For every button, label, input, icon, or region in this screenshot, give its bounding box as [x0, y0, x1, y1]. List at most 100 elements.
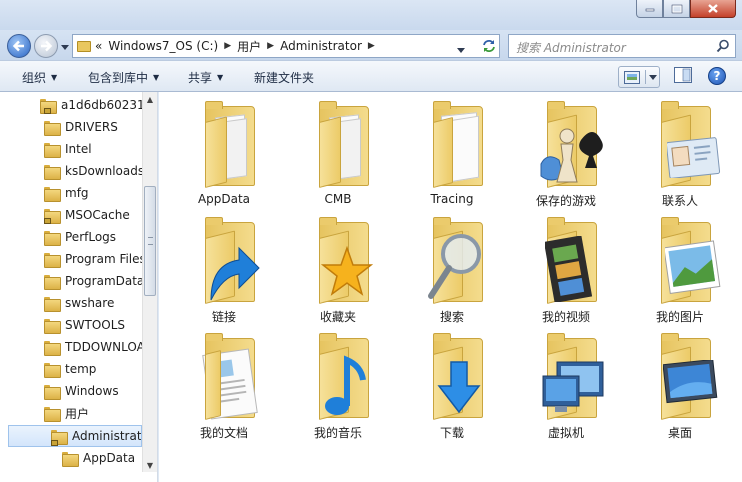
tree-item-programdata[interactable]: ProgramData [44, 270, 142, 292]
tree-item-swshare[interactable]: swshare [44, 292, 142, 314]
chevron-right-icon[interactable]: ▶ [224, 41, 231, 51]
folder-music[interactable]: 我的音乐 [283, 330, 393, 448]
maximize-button[interactable] [663, 0, 690, 18]
preview-pane-button[interactable] [674, 67, 692, 86]
tree-item-label: ksDownloads [65, 164, 142, 178]
search-icon[interactable] [716, 39, 730, 53]
tree-item-administrator[interactable]: Administrator [8, 425, 142, 447]
tree-item-program-files[interactable]: Program Files [44, 248, 142, 270]
file-list: AppData CMB Tracing 保存的游戏 联系人 链接 收藏夹 搜索 … [159, 92, 742, 482]
tree-item-tddownload[interactable]: TDDOWNLOAD [44, 336, 142, 358]
tree-item-label: MSOCache [65, 208, 130, 222]
folder-icon [44, 318, 61, 334]
organize-menu[interactable]: 组织 ▼ [22, 69, 57, 86]
folder-documents[interactable]: 我的文档 [169, 330, 279, 448]
tree-item-mfg[interactable]: mfg [44, 182, 142, 204]
scroll-up-icon[interactable]: ▲ [145, 95, 155, 104]
search-input[interactable]: 搜索 Administrator [508, 34, 736, 58]
tree-item-drivers[interactable]: DRIVERS [44, 116, 142, 138]
navigation-scrollbar[interactable]: ▲ ▼ [142, 92, 157, 472]
minimize-icon [645, 8, 654, 11]
chevron-down-icon: ▼ [217, 73, 224, 82]
tree-item-label: Windows [65, 384, 119, 398]
folder-icon [44, 164, 61, 180]
scroll-down-icon[interactable]: ▼ [145, 461, 155, 470]
file-label: 我的音乐 [313, 426, 362, 440]
folder-links[interactable]: 链接 [169, 214, 279, 332]
contacts-icon [637, 98, 723, 190]
chevron-right-icon[interactable]: ▶ [267, 41, 274, 51]
address-bar[interactable]: « Windows7_OS (C:) ▶ 用户 ▶ Administrator … [72, 34, 500, 58]
tree-item-msocache[interactable]: MSOCache [44, 204, 142, 226]
file-label: Tracing [430, 192, 474, 206]
folder-virtual-machines[interactable]: 虚拟机 [511, 330, 621, 448]
tree-item-swtools[interactable]: SWTOOLS [44, 314, 142, 336]
folder-icon [44, 340, 61, 356]
music-icon [295, 330, 381, 422]
back-arrow-icon [12, 40, 24, 52]
folder-icon [44, 230, 61, 246]
lock-icon [51, 440, 58, 446]
share-menu[interactable]: 共享 ▼ [188, 69, 223, 86]
tree-item-label: swshare [65, 296, 115, 310]
breadcrumb-administrator[interactable]: Administrator [280, 39, 362, 53]
tree-item-perflogs[interactable]: PerfLogs [44, 226, 142, 248]
chevron-down-icon [457, 48, 465, 53]
chevron-down-icon [61, 45, 69, 50]
chevron-down-icon[interactable] [649, 75, 657, 81]
folder-appdata[interactable]: AppData [169, 98, 279, 216]
file-label: 联系人 [661, 194, 698, 208]
tree-item-a1d6db60231[interactable]: a1d6db60231 [40, 94, 142, 116]
breadcrumb-overflow[interactable]: « [95, 39, 102, 53]
navigation-bar: « Windows7_OS (C:) ▶ 用户 ▶ Administrator … [0, 30, 742, 60]
back-button[interactable] [7, 34, 31, 58]
folder-downloads[interactable]: 下载 [397, 330, 507, 448]
view-icon [624, 70, 640, 84]
close-button[interactable] [690, 0, 736, 18]
folder-searches[interactable]: 搜索 [397, 214, 507, 332]
help-button[interactable]: ? [708, 67, 726, 85]
links-icon [181, 214, 267, 306]
tree-item-windows[interactable]: Windows [44, 380, 142, 402]
chevron-down-icon: ▼ [153, 73, 160, 82]
lock-icon [44, 218, 51, 224]
tree-item-ksdownloads[interactable]: ksDownloads [44, 160, 142, 182]
file-label: 下载 [439, 426, 464, 440]
file-label: 收藏夹 [319, 310, 356, 324]
tree-item-intel[interactable]: Intel [44, 138, 142, 160]
tree-item-appdata[interactable]: AppData [62, 447, 142, 469]
breadcrumb-users[interactable]: 用户 [237, 38, 261, 55]
refresh-icon [483, 40, 495, 52]
documents-icon [181, 330, 267, 422]
folder-papers-icon [409, 98, 495, 190]
folder-saved-games[interactable]: 保存的游戏 [511, 98, 621, 216]
minimize-button[interactable] [636, 0, 663, 18]
search-placeholder: 搜索 Administrator [516, 41, 626, 55]
breadcrumb-drive[interactable]: Windows7_OS (C:) [108, 39, 218, 53]
folder-tracing[interactable]: Tracing [397, 98, 507, 216]
folder-contacts[interactable]: 联系人 [625, 98, 735, 216]
include-in-library-menu[interactable]: 包含到库中 ▼ [88, 69, 159, 86]
folder-videos[interactable]: 我的视频 [511, 214, 621, 332]
folder-favorites[interactable]: 收藏夹 [283, 214, 393, 332]
tree-item-label: Intel [65, 142, 92, 156]
file-label: 我的图片 [655, 310, 704, 324]
change-view-button[interactable] [618, 66, 660, 88]
tree-item-label: 用户 [65, 406, 90, 421]
tree-item-temp[interactable]: temp [44, 358, 142, 380]
folder-icon [44, 120, 61, 136]
chevron-right-icon[interactable]: ▶ [368, 41, 375, 51]
lock-icon [44, 108, 51, 114]
scroll-thumb[interactable] [144, 186, 156, 296]
folder-desktop[interactable]: 桌面 [625, 330, 735, 448]
recent-pages-dropdown[interactable] [61, 40, 69, 54]
refresh-button[interactable] [478, 35, 500, 57]
folder-documents-icon [181, 98, 267, 190]
folder-pictures[interactable]: 我的图片 [625, 214, 735, 332]
tree-item-users[interactable]: 用户 [44, 402, 142, 424]
forward-button[interactable] [34, 34, 58, 58]
new-folder-button[interactable]: 新建文件夹 [254, 69, 314, 86]
saved-games-icon [523, 98, 609, 190]
address-history-dropdown[interactable] [457, 43, 465, 57]
folder-cmb[interactable]: CMB [283, 98, 393, 216]
